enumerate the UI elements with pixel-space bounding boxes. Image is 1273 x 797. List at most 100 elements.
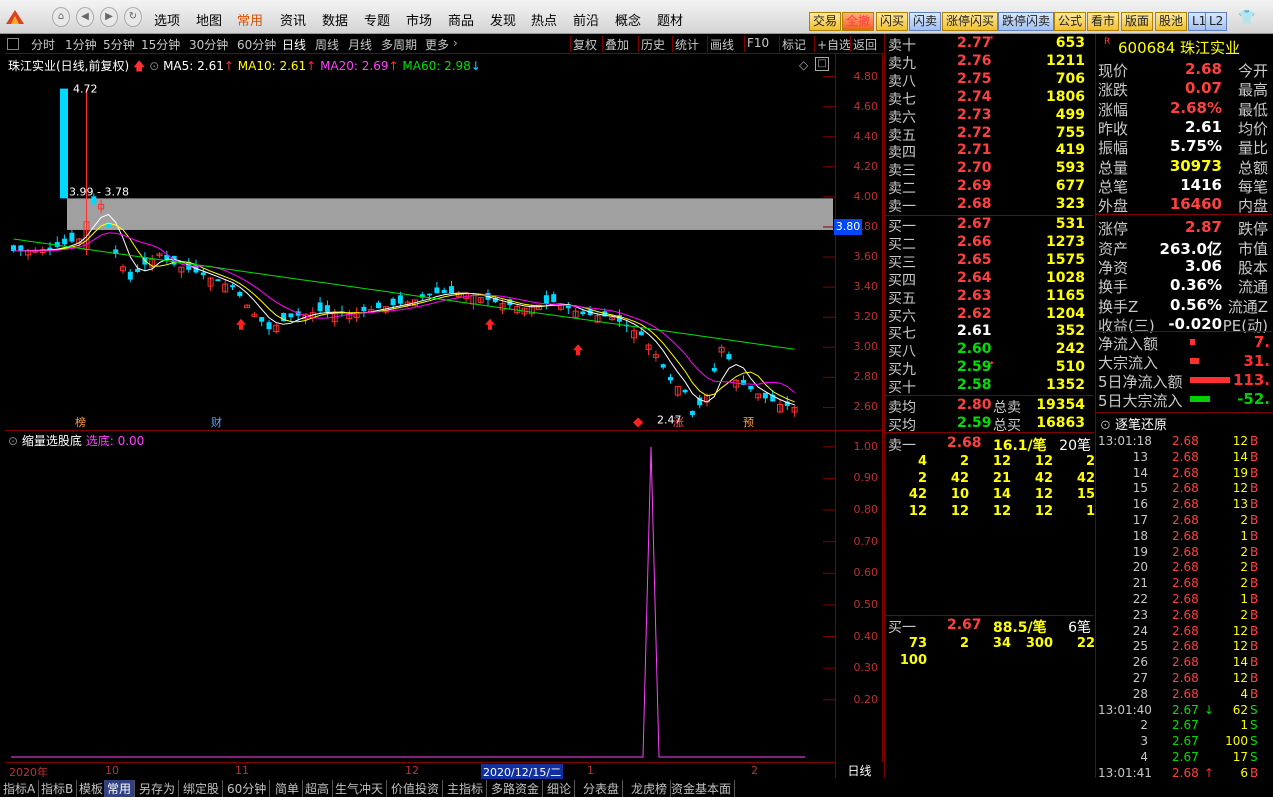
bottom-tab[interactable]: 模板 (76, 780, 108, 797)
toolbar-button[interactable]: 股池 (1155, 12, 1188, 31)
bottom-tab[interactable]: 指标A (0, 780, 40, 797)
candlestick-chart[interactable]: 4.723.99 - 3.782.47榜财涨预 (5, 54, 835, 430)
chevron-right-icon[interactable]: › (453, 36, 458, 50)
bottom-tab[interactable]: 绑定股 (180, 780, 224, 797)
menu-item[interactable]: 市场 (406, 10, 432, 29)
menu-item[interactable]: 选项 (154, 10, 180, 29)
bottom-tab[interactable]: 超高 (302, 780, 334, 797)
toolbar-button[interactable]: 版面 (1121, 12, 1154, 31)
bottom-tab[interactable]: 细论 (544, 780, 576, 797)
bottom-tab[interactable]: 常用 (104, 780, 136, 797)
ladder-row[interactable]: 买五 2.63 1165 (885, 288, 1093, 307)
period-tab[interactable]: 1分钟 (65, 36, 97, 53)
back-icon[interactable]: ◀ (76, 7, 94, 27)
bottom-tab[interactable]: 简单 (272, 780, 304, 797)
chart-tool-button[interactable]: 叠加 (605, 36, 629, 53)
toolbar-button[interactable]: 跌停闪卖 (998, 12, 1055, 31)
settings-circle-icon[interactable]: ⊙ (149, 59, 159, 73)
ladder-row[interactable]: 卖一 2.68 323 (885, 196, 1093, 215)
toolbar-button[interactable]: 闪买 (876, 12, 909, 31)
bottom-tab[interactable]: 生气冲天 (332, 780, 388, 797)
chart-tool-button[interactable]: 画线 (710, 36, 734, 53)
toolbar-button[interactable]: 涨停闪买 (942, 12, 999, 31)
indicator-chart[interactable] (5, 430, 835, 762)
chart-tool-button[interactable]: 标记 (782, 36, 806, 53)
ladder-row[interactable]: 买八 2.60 242 (885, 341, 1093, 360)
chart-tool-button[interactable]: 统计 (675, 36, 699, 53)
period-label[interactable]: 日线 (835, 762, 883, 778)
bottom-tab[interactable]: 指标B (38, 780, 78, 797)
event-marker[interactable]: 榜 (75, 415, 86, 429)
menu-item[interactable]: 热点 (531, 10, 557, 29)
period-tab[interactable]: 分时 (31, 36, 55, 53)
ladder-row[interactable]: 卖十 2.77 653 * (885, 35, 1093, 54)
ladder-row[interactable]: 买七 2.61 352 (885, 323, 1093, 342)
maximize-icon[interactable]: □ (815, 57, 829, 71)
toolbar-button[interactable]: 看市 (1087, 12, 1120, 31)
bottom-tab[interactable]: 龙虎榜 (628, 780, 672, 797)
event-marker[interactable]: 涨 (673, 416, 684, 429)
period-tab[interactable]: 30分钟 (189, 36, 228, 53)
menu-item[interactable]: 常用 (237, 10, 263, 29)
ladder-row[interactable]: 买二 2.66 1273 (885, 234, 1093, 253)
period-tab[interactable]: 月线 (348, 36, 372, 53)
shirt-icon[interactable]: 👕 (1238, 10, 1255, 26)
chart-tool-button[interactable]: 复权 (573, 36, 597, 53)
bottom-tab[interactable]: 多路资金 (488, 780, 544, 797)
ladder-row[interactable]: 卖三 2.70 593 (885, 160, 1093, 179)
ladder-row[interactable]: 卖七 2.74 1806 (885, 89, 1093, 108)
chart-tool-button[interactable]: 返回 (853, 36, 877, 53)
menu-item[interactable]: 专题 (364, 10, 390, 29)
diamond-icon[interactable]: ◇ (799, 58, 808, 72)
menu-item[interactable]: 数据 (322, 10, 348, 29)
chart-tool-button[interactable]: F10 (747, 36, 769, 50)
event-marker[interactable]: 财 (211, 415, 222, 429)
ladder-row[interactable]: 买六 2.62 1204 (885, 306, 1093, 325)
menu-item[interactable]: 商品 (448, 10, 474, 29)
ladder-row[interactable]: 卖九 2.76 1211 (885, 53, 1093, 72)
period-tab[interactable]: 15分钟 (141, 36, 180, 53)
ladder-row[interactable]: 买三 2.65 1575 (885, 252, 1093, 271)
period-tab[interactable]: 日线 (282, 36, 306, 53)
bottom-tab[interactable]: 资金基本面 (668, 780, 736, 797)
layout-icon[interactable] (7, 38, 19, 50)
menu-item[interactable]: 题材 (657, 10, 683, 29)
ladder-row[interactable]: 买十 2.58 1352 (885, 377, 1093, 396)
toolbar-button[interactable]: 交易 (809, 12, 842, 31)
menu-item[interactable]: 地图 (196, 10, 222, 29)
ladder-row[interactable]: 卖五 2.72 755 (885, 125, 1093, 144)
bottom-tab[interactable]: 价值投资 (388, 780, 444, 797)
menu-item[interactable]: 发现 (490, 10, 516, 29)
ladder-row[interactable]: 买一 2.67 531 (885, 216, 1093, 235)
chart-tool-button[interactable]: +自选 (817, 36, 851, 53)
period-tab[interactable]: 周线 (315, 36, 339, 53)
settings-circle-icon[interactable]: ⊙ (8, 434, 18, 448)
settings-circle-icon[interactable]: ⊙ (1100, 418, 1111, 433)
home-icon[interactable]: ⌂ (52, 7, 70, 27)
ladder-row[interactable]: 卖六 2.73 499 (885, 107, 1093, 126)
ladder-row[interactable]: 卖二 2.69 677 (885, 178, 1093, 197)
toolbar-button[interactable]: 闪卖 (909, 12, 942, 31)
period-tab[interactable]: 多周期 (381, 36, 417, 53)
menu-item[interactable]: 前沿 (573, 10, 599, 29)
toolbar-button[interactable]: L2 (1205, 12, 1228, 31)
ladder-row[interactable]: 卖四 2.71 419 (885, 142, 1093, 161)
bottom-tab[interactable]: 分表盘 (580, 780, 624, 797)
toolbar-button[interactable]: 全撤 (842, 12, 875, 31)
ladder-row[interactable]: 卖八 2.75 706 (885, 71, 1093, 90)
ladder-row[interactable]: 买四 2.64 1028 (885, 270, 1093, 289)
bottom-tab[interactable]: 60分钟 (224, 780, 271, 797)
bottom-tab[interactable]: 另存为 (136, 780, 180, 797)
refresh-icon[interactable]: ↻ (124, 7, 142, 27)
forward-icon[interactable]: ▶ (100, 7, 118, 27)
event-marker[interactable]: 预 (743, 416, 754, 429)
menu-item[interactable]: 资讯 (280, 10, 306, 29)
toolbar-button[interactable]: 公式 (1054, 12, 1087, 31)
ladder-row[interactable]: 买九 2.59 510 • (885, 359, 1093, 378)
period-tab[interactable]: 60分钟 (237, 36, 276, 53)
menu-item[interactable]: 概念 (615, 10, 641, 29)
period-tab[interactable]: 5分钟 (103, 36, 135, 53)
chart-tool-button[interactable]: 历史 (641, 36, 665, 53)
period-tab[interactable]: 更多 (425, 36, 449, 53)
bottom-tab[interactable]: 主指标 (444, 780, 488, 797)
